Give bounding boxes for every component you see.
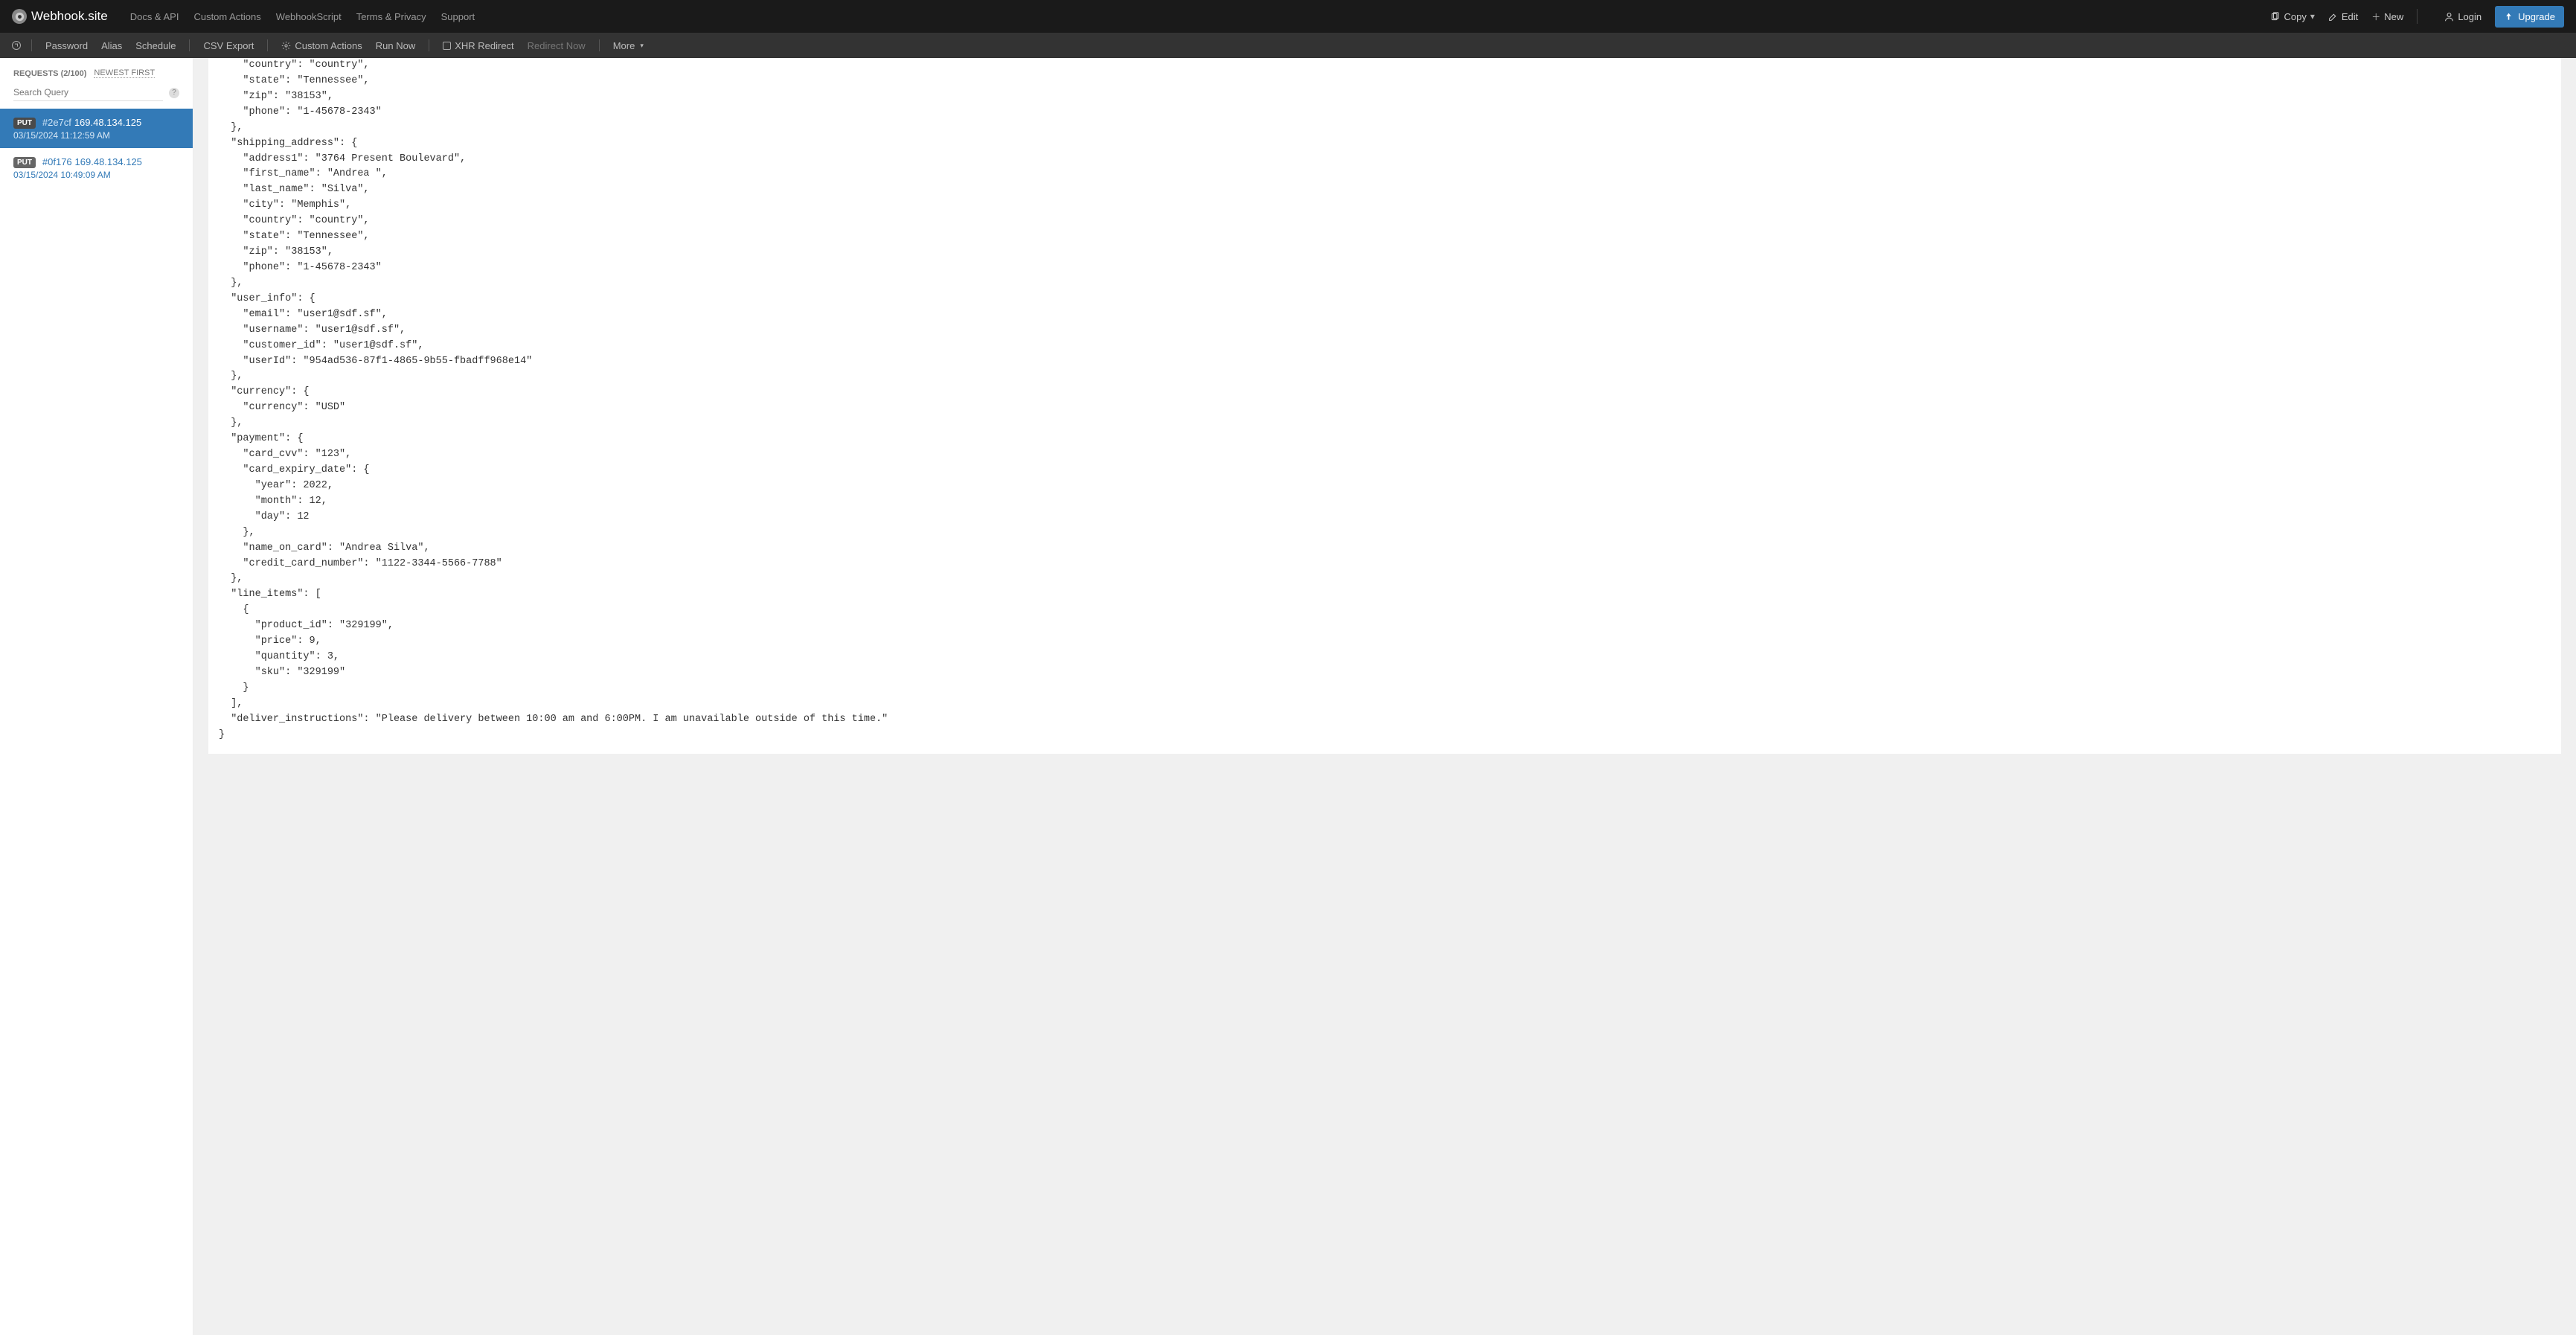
sub-csv-export[interactable]: CSV Export xyxy=(203,40,254,51)
new-label: New xyxy=(2384,11,2403,22)
request-body-code[interactable]: "country": "country", "state": "Tennesse… xyxy=(208,58,2561,754)
login-label: Login xyxy=(2458,11,2482,22)
brand-logo-icon xyxy=(12,9,27,24)
nav-divider xyxy=(2417,9,2418,24)
caret-down-icon: ▾ xyxy=(640,42,644,50)
request-timestamp: 03/15/2024 11:12:59 AM xyxy=(13,130,179,141)
top-navbar: Webhook.site Docs & API Custom Actions W… xyxy=(0,0,2576,33)
new-button[interactable]: ＋ New xyxy=(2371,10,2403,23)
edit-button[interactable]: Edit xyxy=(2328,11,2358,22)
request-item[interactable]: PUT #2e7cf 169.48.134.125 03/15/2024 11:… xyxy=(0,109,193,148)
copy-dropdown[interactable]: Copy ▾ xyxy=(2270,11,2314,22)
sub-xhr-redirect[interactable]: XHR Redirect xyxy=(443,40,513,51)
sidebar: REQUESTS (2/100) Newest First ? PUT #2e7… xyxy=(0,58,193,1335)
help-icon[interactable]: ? xyxy=(169,88,179,98)
request-timestamp: 03/15/2024 10:49:09 AM xyxy=(13,170,179,180)
sub-alias[interactable]: Alias xyxy=(101,40,122,51)
edit-icon xyxy=(2328,12,2338,22)
nav-support[interactable]: Support xyxy=(441,11,475,22)
sub-xhr-label: XHR Redirect xyxy=(455,40,513,51)
brand-text: Webhook.site xyxy=(31,9,108,24)
sidebar-header: REQUESTS (2/100) Newest First xyxy=(0,68,193,81)
brand[interactable]: Webhook.site xyxy=(12,9,108,24)
upgrade-button[interactable]: Upgrade xyxy=(2495,6,2564,28)
sub-separator xyxy=(267,39,268,51)
request-hash: #0f176 xyxy=(42,156,72,167)
nav-webhookscript[interactable]: WebhookScript xyxy=(276,11,342,22)
sub-more-dropdown[interactable]: More ▾ xyxy=(613,40,644,51)
sub-password[interactable]: Password xyxy=(45,40,88,51)
requests-count-label: REQUESTS (2/100) xyxy=(13,69,86,78)
nav-custom-actions[interactable]: Custom Actions xyxy=(193,11,260,22)
plus-icon: ＋ xyxy=(2371,10,2380,23)
user-icon xyxy=(2444,12,2454,22)
method-badge: PUT xyxy=(13,157,36,168)
sub-redirect-now[interactable]: Redirect Now xyxy=(528,40,586,51)
nav-docs-api[interactable]: Docs & API xyxy=(130,11,179,22)
checkbox-icon[interactable] xyxy=(443,42,451,50)
upgrade-label: Upgrade xyxy=(2518,11,2555,22)
request-ip: 169.48.134.125 xyxy=(75,156,142,167)
request-hash: #2e7cf xyxy=(42,117,71,128)
sub-run-now[interactable]: Run Now xyxy=(376,40,415,51)
sub-schedule[interactable]: Schedule xyxy=(135,40,176,51)
sub-separator xyxy=(31,39,32,51)
copy-icon xyxy=(2270,12,2280,22)
sub-custom-actions[interactable]: Custom Actions xyxy=(281,40,362,51)
content-panel: "country": "country", "state": "Tennesse… xyxy=(193,58,2576,1335)
sub-separator xyxy=(599,39,600,51)
sort-toggle[interactable]: Newest First xyxy=(94,68,155,78)
edit-label: Edit xyxy=(2342,11,2358,22)
request-item[interactable]: PUT #0f176 169.48.134.125 03/15/2024 10:… xyxy=(0,148,193,188)
copy-label: Copy xyxy=(2284,11,2306,22)
sub-custom-actions-label: Custom Actions xyxy=(295,40,362,51)
main-layout: REQUESTS (2/100) Newest First ? PUT #2e7… xyxy=(0,58,2576,1335)
sub-more-label: More xyxy=(613,40,635,51)
gear-icon xyxy=(281,41,291,51)
clock-icon xyxy=(12,41,21,50)
search-row: ? xyxy=(0,81,193,109)
method-badge: PUT xyxy=(13,118,36,129)
login-button[interactable]: Login xyxy=(2444,11,2482,22)
sub-separator xyxy=(189,39,190,51)
request-ip: 169.48.134.125 xyxy=(74,117,141,128)
search-input[interactable] xyxy=(13,84,163,101)
upgrade-icon xyxy=(2504,12,2513,22)
caret-down-icon: ▾ xyxy=(2310,11,2315,22)
sub-navbar: Password Alias Schedule CSV Export Custo… xyxy=(0,33,2576,58)
nav-terms-privacy[interactable]: Terms & Privacy xyxy=(356,11,426,22)
